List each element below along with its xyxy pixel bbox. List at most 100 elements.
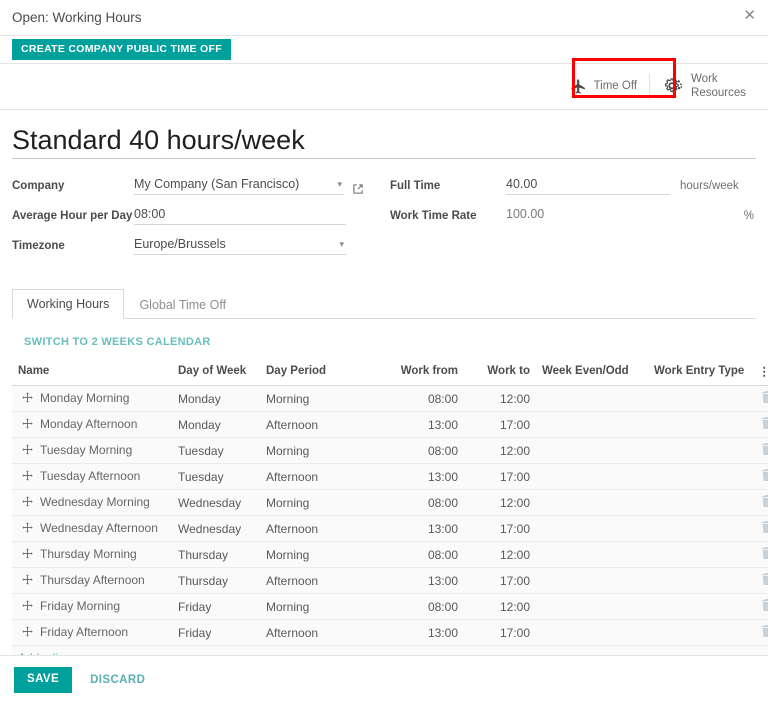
cell-week-even-odd[interactable] <box>536 568 648 594</box>
cell-day-of-week[interactable]: Monday <box>172 412 260 438</box>
cell-name[interactable]: Tuesday Afternoon <box>12 464 172 490</box>
cell-name[interactable]: Tuesday Morning <box>12 438 172 464</box>
cell-work-from[interactable]: 08:00 <box>366 438 464 464</box>
cell-work-to[interactable]: 12:00 <box>464 594 536 620</box>
cell-work-from[interactable]: 08:00 <box>366 490 464 516</box>
tab-working-hours[interactable]: Working Hours <box>12 289 124 319</box>
column-header-work-entry-type[interactable]: Work Entry Type <box>648 360 750 386</box>
create-company-public-time-off-button[interactable]: CREATE COMPANY PUBLIC TIME OFF <box>12 39 231 60</box>
table-row[interactable]: Thursday AfternoonThursdayAfternoon13:00… <box>12 568 768 594</box>
cell-delete[interactable] <box>750 620 768 646</box>
delete-row-icon[interactable] <box>761 521 768 536</box>
cell-name[interactable]: Monday Afternoon <box>12 412 172 438</box>
cell-week-even-odd[interactable] <box>536 620 648 646</box>
field-full-time-input[interactable]: 40.00 <box>506 175 670 195</box>
delete-row-icon[interactable] <box>761 625 768 640</box>
external-link-icon[interactable] <box>352 183 364 195</box>
drag-handle-icon[interactable] <box>22 548 34 562</box>
cell-name[interactable]: Thursday Morning <box>12 542 172 568</box>
cell-delete[interactable] <box>750 438 768 464</box>
drag-handle-icon[interactable] <box>22 496 34 510</box>
stat-button-time-off[interactable]: Time Off <box>556 67 649 107</box>
cell-work-from[interactable]: 13:00 <box>366 464 464 490</box>
cell-work-to[interactable]: 12:00 <box>464 490 536 516</box>
cell-day-period[interactable]: Morning <box>260 542 366 568</box>
cell-day-of-week[interactable]: Tuesday <box>172 464 260 490</box>
column-header-day-period[interactable]: Day Period <box>260 360 366 386</box>
cell-work-entry-type[interactable] <box>648 464 750 490</box>
cell-week-even-odd[interactable] <box>536 594 648 620</box>
drag-handle-icon[interactable] <box>22 522 34 536</box>
field-average-hour-per-day-input[interactable]: 08:00 <box>134 205 346 225</box>
cell-work-from[interactable]: 13:00 <box>366 568 464 594</box>
cell-day-of-week[interactable]: Wednesday <box>172 516 260 542</box>
cell-day-of-week[interactable]: Monday <box>172 386 260 412</box>
table-row[interactable]: Monday MorningMondayMorning08:0012:00 <box>12 386 768 412</box>
tab-global-time-off[interactable]: Global Time Off <box>124 289 241 319</box>
cell-week-even-odd[interactable] <box>536 386 648 412</box>
cell-work-to[interactable]: 17:00 <box>464 464 536 490</box>
column-header-name[interactable]: Name <box>12 360 172 386</box>
drag-handle-icon[interactable] <box>22 444 34 458</box>
table-row[interactable]: Monday AfternoonMondayAfternoon13:0017:0… <box>12 412 768 438</box>
cell-work-entry-type[interactable] <box>648 386 750 412</box>
drag-handle-icon[interactable] <box>22 470 34 484</box>
cell-week-even-odd[interactable] <box>536 516 648 542</box>
cell-name[interactable]: Wednesday Morning <box>12 490 172 516</box>
table-row[interactable]: Wednesday MorningWednesdayMorning08:0012… <box>12 490 768 516</box>
cell-work-entry-type[interactable] <box>648 438 750 464</box>
cell-delete[interactable] <box>750 542 768 568</box>
drag-handle-icon[interactable] <box>22 418 34 432</box>
cell-delete[interactable] <box>750 568 768 594</box>
table-row[interactable]: Wednesday AfternoonWednesdayAfternoon13:… <box>12 516 768 542</box>
cell-work-to[interactable]: 12:00 <box>464 542 536 568</box>
cell-work-entry-type[interactable] <box>648 490 750 516</box>
column-header-work-to[interactable]: Work to <box>464 360 536 386</box>
cell-week-even-odd[interactable] <box>536 490 648 516</box>
field-company-input[interactable]: My Company (San Francisco) ▾ <box>134 175 344 195</box>
drag-handle-icon[interactable] <box>22 574 34 588</box>
cell-name[interactable]: Monday Morning <box>12 386 172 412</box>
cell-name[interactable]: Wednesday Afternoon <box>12 516 172 542</box>
save-button[interactable]: SAVE <box>14 667 72 693</box>
cell-day-of-week[interactable]: Wednesday <box>172 490 260 516</box>
column-header-week-even-odd[interactable]: Week Even/Odd <box>536 360 648 386</box>
cell-name[interactable]: Thursday Afternoon <box>12 568 172 594</box>
delete-row-icon[interactable] <box>761 391 768 406</box>
table-row[interactable]: Tuesday MorningTuesdayMorning08:0012:00 <box>12 438 768 464</box>
vertical-dots-icon[interactable]: ⋮ <box>750 360 768 386</box>
cell-day-period[interactable]: Afternoon <box>260 620 366 646</box>
table-row[interactable]: Thursday MorningThursdayMorning08:0012:0… <box>12 542 768 568</box>
cell-work-to[interactable]: 17:00 <box>464 620 536 646</box>
cell-day-of-week[interactable]: Thursday <box>172 542 260 568</box>
delete-row-icon[interactable] <box>761 443 768 458</box>
cell-work-entry-type[interactable] <box>648 620 750 646</box>
cell-day-of-week[interactable]: Tuesday <box>172 438 260 464</box>
cell-day-period[interactable]: Morning <box>260 438 366 464</box>
cell-delete[interactable] <box>750 412 768 438</box>
cell-delete[interactable] <box>750 594 768 620</box>
delete-row-icon[interactable] <box>761 599 768 614</box>
field-timezone-input[interactable]: Europe/Brussels ▾ <box>134 235 346 255</box>
drag-handle-icon[interactable] <box>22 392 34 406</box>
drag-handle-icon[interactable] <box>22 600 34 614</box>
cell-day-of-week[interactable]: Friday <box>172 620 260 646</box>
table-row[interactable]: Tuesday AfternoonTuesdayAfternoon13:0017… <box>12 464 768 490</box>
delete-row-icon[interactable] <box>761 469 768 484</box>
table-row[interactable]: Friday MorningFridayMorning08:0012:00 <box>12 594 768 620</box>
cell-day-period[interactable]: Morning <box>260 386 366 412</box>
cell-delete[interactable] <box>750 490 768 516</box>
cell-work-from[interactable]: 08:00 <box>366 594 464 620</box>
cell-work-to[interactable]: 17:00 <box>464 516 536 542</box>
cell-name[interactable]: Friday Afternoon <box>12 620 172 646</box>
cell-week-even-odd[interactable] <box>536 542 648 568</box>
stat-button-work-resources[interactable]: Work Resources <box>650 67 758 107</box>
cell-day-of-week[interactable]: Friday <box>172 594 260 620</box>
cell-day-period[interactable]: Afternoon <box>260 412 366 438</box>
column-header-day-of-week[interactable]: Day of Week <box>172 360 260 386</box>
cell-week-even-odd[interactable] <box>536 438 648 464</box>
cell-name[interactable]: Friday Morning <box>12 594 172 620</box>
cell-work-from[interactable]: 08:00 <box>366 386 464 412</box>
cell-work-entry-type[interactable] <box>648 594 750 620</box>
cell-work-from[interactable]: 13:00 <box>366 620 464 646</box>
